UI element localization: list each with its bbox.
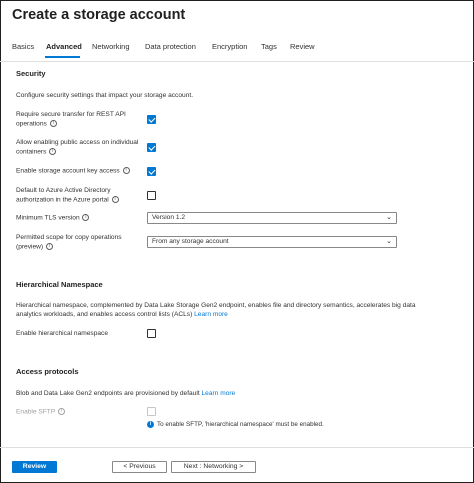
copy-scope-select[interactable]: From any storage account ⌄: [147, 236, 397, 248]
key-access-checkbox[interactable]: [147, 167, 156, 176]
public-access-label: Allow enabling public access on individu…: [16, 139, 139, 155]
info-icon[interactable]: i: [49, 147, 57, 155]
page-title: Create a storage account: [12, 7, 186, 23]
info-icon[interactable]: i: [49, 119, 57, 127]
tab-advanced[interactable]: Advanced: [46, 42, 82, 51]
tab-basics[interactable]: Basics: [12, 42, 34, 51]
next-networking-button[interactable]: Next : Networking >: [171, 461, 256, 473]
security-description: Configure security settings that impact …: [16, 92, 194, 99]
access-protocols-description: Blob and Data Lake Gen2 endpoints are pr…: [16, 390, 236, 397]
tab-bar: Basics Advanced Networking Data protecti…: [0, 42, 474, 62]
hns-description: Hierarchical namespace, complemented by …: [16, 302, 416, 318]
info-icon[interactable]: i: [82, 214, 90, 221]
tls-version-select[interactable]: Version 1.2 ⌄: [147, 212, 397, 224]
chevron-down-icon: ⌄: [386, 238, 392, 245]
sftp-checkbox: [147, 407, 156, 416]
copy-scope-label: Permitted scope for copy operations (pre…: [16, 234, 122, 250]
public-access-checkbox[interactable]: [147, 143, 156, 152]
access-protocols-heading: Access protocols: [16, 367, 79, 376]
chevron-down-icon: ⌄: [386, 214, 392, 221]
hns-enable-label: Enable hierarchical namespace: [16, 330, 109, 337]
info-icon[interactable]: i: [122, 167, 130, 174]
more-options-icon[interactable]: ···: [164, 10, 177, 21]
tab-review[interactable]: Review: [290, 42, 315, 51]
tab-encryption[interactable]: Encryption: [212, 42, 247, 51]
tab-tags[interactable]: Tags: [261, 42, 277, 51]
tab-networking[interactable]: Networking: [92, 42, 130, 51]
key-access-label: Enable storage account key access i: [16, 167, 156, 176]
sftp-label: Enable SFTP i: [16, 408, 146, 417]
review-button[interactable]: Review: [12, 461, 57, 473]
sftp-info-note: i To enable SFTP, 'hierarchical namespace…: [147, 421, 324, 428]
aad-default-checkbox[interactable]: [147, 191, 156, 200]
tabs-divider: [0, 61, 474, 62]
secure-transfer-label: Require secure transfer for REST API ope…: [16, 111, 126, 127]
hns-enable-checkbox[interactable]: [147, 329, 156, 338]
info-icon[interactable]: i: [111, 195, 119, 203]
secure-transfer-checkbox[interactable]: [147, 115, 156, 124]
info-filled-icon: i: [147, 421, 154, 428]
tls-version-label: Minimum TLS version i: [16, 214, 146, 223]
hns-learn-more-link[interactable]: Learn more: [194, 311, 228, 318]
footer-divider: [0, 447, 474, 448]
hns-heading: Hierarchical Namespace: [16, 280, 103, 289]
security-heading: Security: [16, 69, 46, 78]
access-learn-more-link[interactable]: Learn more: [202, 390, 236, 397]
previous-button[interactable]: < Previous: [112, 461, 167, 473]
aad-default-label: Default to Azure Active Directory author…: [16, 187, 141, 204]
info-icon[interactable]: i: [45, 242, 53, 250]
active-tab-indicator: [45, 56, 80, 58]
tab-data-protection[interactable]: Data protection: [145, 42, 196, 51]
info-icon: i: [57, 408, 65, 415]
